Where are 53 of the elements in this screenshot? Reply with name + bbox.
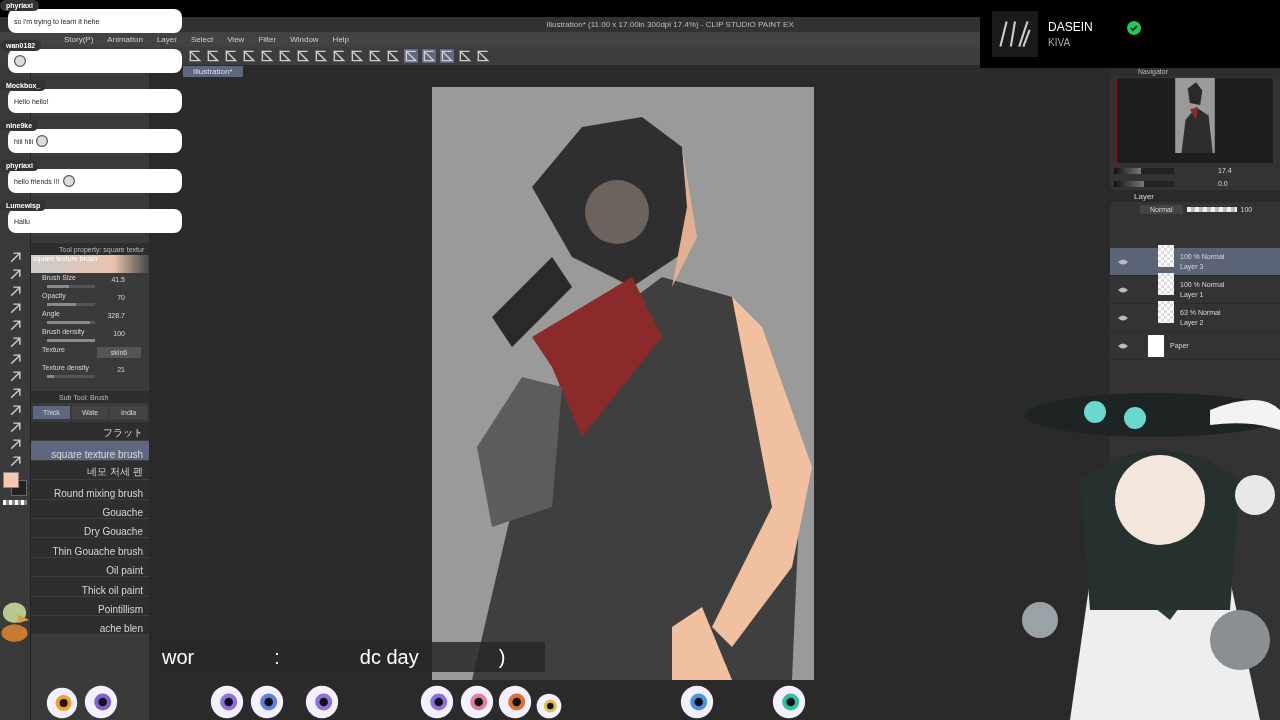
eye-mascot-drawing (250, 685, 284, 719)
brush-item[interactable]: 네모 저세 펜 (31, 460, 149, 481)
menu-item[interactable]: Story(P) (64, 35, 94, 44)
subtitle-text: dc day (359, 645, 419, 669)
menu-item[interactable]: Window (290, 35, 319, 44)
canvas-tab[interactable]: Illustration* (183, 66, 243, 77)
brush-item[interactable]: square texture brush (31, 441, 149, 461)
album-cover-icon (992, 11, 1038, 57)
eye-mascot-drawing (536, 693, 562, 719)
brush-item[interactable]: フラット (31, 422, 149, 442)
property-slider[interactable] (47, 285, 95, 288)
eye-mascot-drawing (210, 685, 244, 719)
visibility-eye-icon[interactable] (1118, 258, 1128, 265)
song-title: DASEIN (1048, 20, 1093, 34)
property-slider[interactable] (47, 303, 95, 306)
subtitle-text: : (274, 645, 280, 669)
menu-item[interactable]: Select (190, 35, 214, 44)
brush-item[interactable]: Dry Gouache (31, 518, 149, 539)
brush-item[interactable]: Pointillism (31, 596, 149, 616)
layer-tab[interactable]: Layer (1134, 191, 1154, 201)
brush-item[interactable]: ache blen (31, 615, 149, 636)
rotation-slider[interactable] (1114, 180, 1174, 187)
menu-item[interactable]: Help (332, 35, 350, 44)
brush-item[interactable]: Oil paint (31, 557, 149, 578)
brush-item[interactable]: Thin Gouache brush (31, 538, 149, 558)
song-artist: KIVA (1048, 37, 1072, 48)
opacity-slider[interactable] (1186, 206, 1237, 212)
visibility-eye-icon[interactable] (1118, 314, 1128, 321)
eye-mascot-drawing (305, 685, 339, 719)
visibility-eye-icon[interactable] (1118, 286, 1128, 293)
color-swatch-drawing[interactable] (3, 472, 27, 496)
menu-item[interactable]: Layer (156, 35, 177, 44)
menu-item[interactable]: Animation (107, 35, 143, 44)
brush-item[interactable]: Thick oil paint (31, 577, 149, 597)
eye-mascot-drawing (498, 685, 532, 719)
eye-mascot-drawing (772, 685, 806, 719)
menu-item[interactable]: Filter (258, 35, 277, 44)
subtitle-text: ) (498, 645, 506, 669)
window-title: Illustration* (11.00 x 17.00in 300dpi 17.4%) - CLIP STUDIO PAINT EX (546, 20, 794, 29)
eye-mascot-drawing (420, 685, 454, 719)
property-slider[interactable] (47, 321, 95, 324)
brush-item[interactable]: Round mixing brush (31, 480, 149, 500)
zoom-slider[interactable] (1114, 167, 1174, 174)
transparent-color-swatch[interactable] (3, 500, 27, 505)
eye-mascot-drawing (460, 685, 494, 719)
eye-mascot-drawing (680, 685, 714, 719)
visibility-eye-icon[interactable] (1118, 342, 1128, 349)
eye-mascot-drawing (46, 687, 78, 719)
brush-item[interactable]: Gouache (31, 499, 149, 519)
eye-mascot-drawing (84, 685, 118, 719)
subtitle-text: wor (162, 645, 195, 669)
menu-item[interactable]: View (227, 35, 245, 44)
property-slider[interactable] (47, 339, 95, 342)
